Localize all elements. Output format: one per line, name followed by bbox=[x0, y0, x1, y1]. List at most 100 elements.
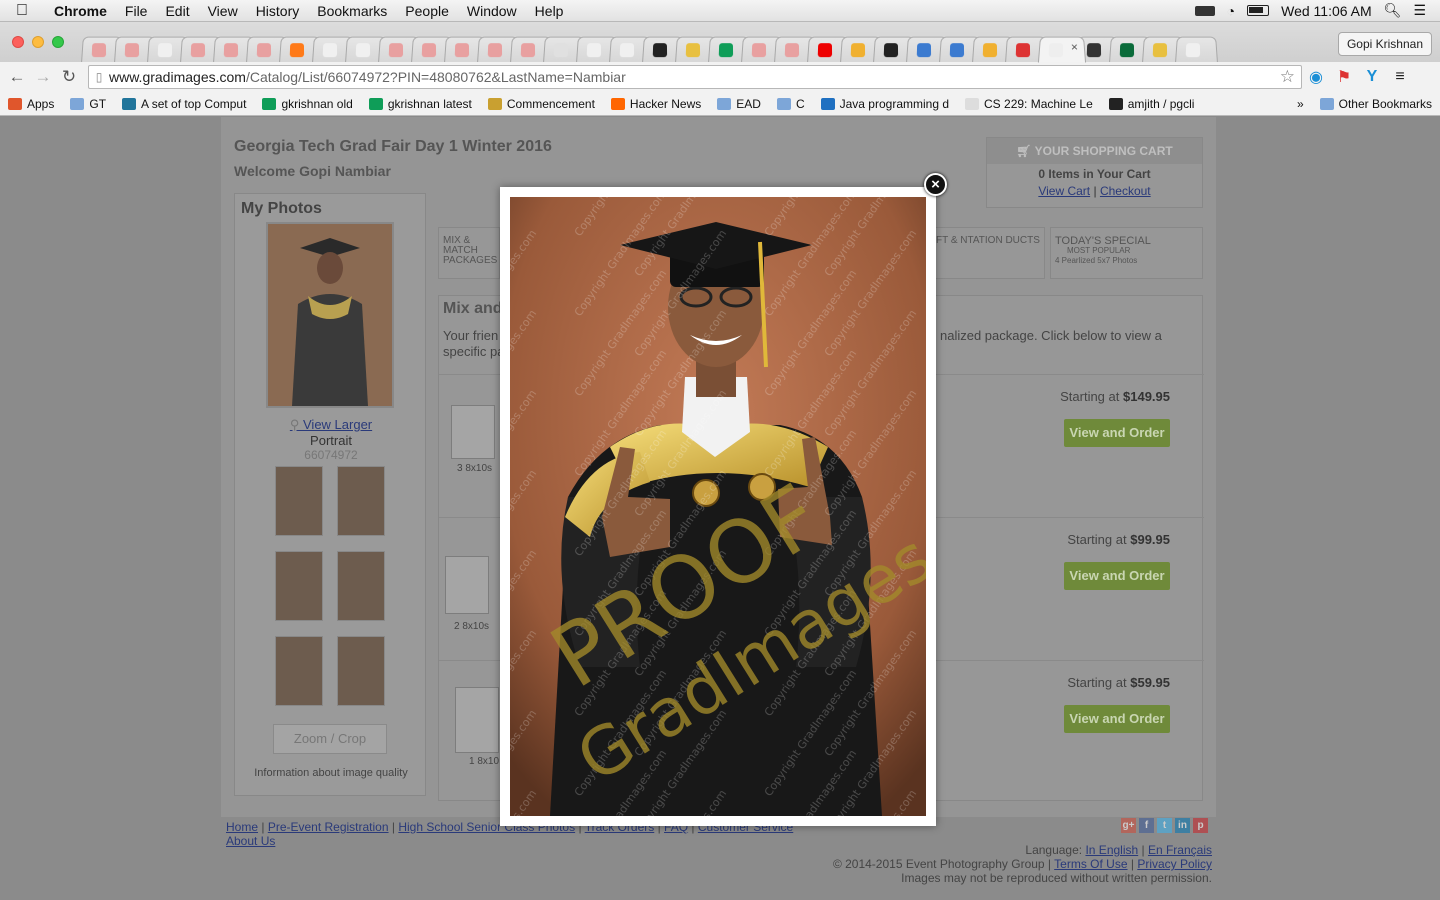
lang-french-link[interactable]: En Français bbox=[1148, 843, 1212, 857]
bookmark-star-icon[interactable]: ☆ bbox=[1280, 67, 1301, 87]
tab-mix-match-packages[interactable]: MIX & MATCH PACKAGES bbox=[438, 227, 500, 279]
tab-favicon-icon bbox=[1048, 43, 1064, 58]
footer-link[interactable]: Home bbox=[226, 820, 258, 834]
social-icons: g+ f t in p bbox=[1121, 818, 1208, 833]
photo-thumbnail-3[interactable] bbox=[275, 551, 323, 621]
tab-favicon-icon bbox=[289, 43, 305, 58]
view-and-order-button[interactable]: View and Order bbox=[1064, 419, 1170, 447]
address-bar[interactable]: ▯ www.gradimages.com/Catalog/List/660749… bbox=[88, 65, 1302, 89]
bookmark-label: Commencement bbox=[506, 96, 595, 111]
notification-center-icon[interactable]: ☰ bbox=[1413, 2, 1426, 19]
bookmarks-overflow-chevron[interactable]: » bbox=[1289, 97, 1312, 111]
profile-button[interactable]: Gopi Krishnan bbox=[1337, 32, 1432, 56]
extension-badge-icon[interactable]: ⚑ bbox=[1330, 67, 1358, 87]
tab-favicon-icon bbox=[91, 43, 107, 58]
bookmark-item[interactable]: Apps bbox=[0, 97, 62, 111]
photo-id: 66074972 bbox=[304, 448, 358, 462]
package-price: Starting at $149.95 bbox=[1060, 389, 1170, 404]
photo-thumbnail-6[interactable] bbox=[337, 636, 385, 706]
browser-tab[interactable] bbox=[1175, 36, 1218, 63]
spotlight-search-icon[interactable]: 🔍︎ bbox=[1384, 2, 1402, 19]
bookmark-item[interactable]: EAD bbox=[709, 97, 769, 111]
apple-menu-icon[interactable]:  bbox=[0, 2, 44, 20]
tab-favicon-icon bbox=[454, 43, 470, 58]
checkout-link[interactable]: Checkout bbox=[1100, 184, 1151, 198]
terms-link[interactable]: Terms Of Use bbox=[1054, 857, 1127, 871]
url-path: /Catalog/List/66074972?PIN=48080762&Last… bbox=[245, 69, 626, 85]
pinterest-icon[interactable]: p bbox=[1193, 818, 1208, 833]
extension-circle-icon[interactable]: ◉ bbox=[1302, 67, 1330, 87]
linkedin-icon[interactable]: in bbox=[1175, 818, 1190, 833]
language-label: Language: bbox=[1025, 843, 1083, 857]
extension-y-icon[interactable]: Y bbox=[1358, 68, 1386, 86]
battery-icon[interactable] bbox=[1247, 5, 1270, 16]
privacy-link[interactable]: Privacy Policy bbox=[1137, 857, 1212, 871]
hn-icon bbox=[610, 97, 625, 110]
bookmark-item[interactable]: C bbox=[769, 97, 813, 111]
view-and-order-button[interactable]: View and Order bbox=[1064, 562, 1170, 590]
menubar-clock[interactable]: Wed 11:06 AM bbox=[1281, 3, 1372, 19]
close-window-button[interactable] bbox=[12, 36, 24, 48]
menu-view[interactable]: View bbox=[199, 3, 247, 19]
chrome-menu-icon[interactable]: ≡ bbox=[1386, 68, 1414, 86]
bookmark-label: CS 229: Machine Le bbox=[984, 96, 1093, 111]
bookmark-item[interactable]: Commencement bbox=[480, 97, 603, 111]
wifi-icon[interactable]: ◔ bbox=[1227, 3, 1235, 19]
menu-help[interactable]: Help bbox=[526, 3, 573, 19]
about-us-link[interactable]: About Us bbox=[226, 834, 275, 848]
bookmark-item[interactable]: A set of top Comput bbox=[114, 97, 254, 111]
welcome-text: Welcome Gopi Nambiar bbox=[234, 163, 391, 179]
bookmark-item[interactable]: gkrishnan old bbox=[254, 97, 360, 111]
tab-favicon-icon bbox=[652, 43, 668, 58]
menu-bookmarks[interactable]: Bookmarks bbox=[308, 3, 396, 19]
menu-app-chrome[interactable]: Chrome bbox=[44, 3, 116, 19]
image-quality-info-link[interactable]: Information about image quality bbox=[235, 767, 427, 779]
minimize-window-button[interactable] bbox=[32, 36, 44, 48]
keyboard-icon[interactable] bbox=[1194, 5, 1215, 16]
tab-active[interactable]: × bbox=[1037, 36, 1087, 63]
google-plus-icon[interactable]: g+ bbox=[1121, 818, 1136, 833]
photo-thumbnail-5[interactable] bbox=[275, 636, 323, 706]
folder-icon bbox=[776, 97, 791, 110]
photo-type-label: Portrait bbox=[310, 433, 352, 448]
tab-favicon-icon bbox=[850, 43, 866, 58]
lang-english-link[interactable]: In English bbox=[1085, 843, 1138, 857]
menu-people[interactable]: People bbox=[396, 3, 458, 19]
cart-links: View Cart | Checkout bbox=[1038, 184, 1151, 198]
menu-history[interactable]: History bbox=[247, 3, 309, 19]
buzz-icon bbox=[487, 97, 502, 110]
view-larger-link[interactable]: ⚲ View Larger bbox=[235, 417, 427, 433]
view-and-order-button[interactable]: View and Order bbox=[1064, 705, 1170, 733]
other-bookmarks-folder[interactable]: Other Bookmarks bbox=[1312, 97, 1440, 111]
facebook-icon[interactable]: f bbox=[1139, 818, 1154, 833]
menu-window[interactable]: Window bbox=[458, 3, 526, 19]
menu-file[interactable]: File bbox=[116, 3, 157, 19]
tab-gift-presentation-products[interactable]: FT & NTATION DUCTS bbox=[931, 227, 1045, 279]
tab-list: × bbox=[81, 32, 1218, 63]
bookmark-item[interactable]: amjith / pgcli bbox=[1101, 97, 1203, 111]
zoom-crop-button[interactable]: Zoom / Crop bbox=[273, 724, 387, 754]
photo-thumbnail-2[interactable] bbox=[337, 466, 385, 536]
back-arrow-icon[interactable]: ← bbox=[4, 67, 30, 87]
twitter-icon[interactable]: t bbox=[1157, 818, 1172, 833]
package-caption: 1 8x10 bbox=[469, 756, 500, 767]
forward-arrow-icon[interactable]: → bbox=[30, 67, 56, 87]
photo-thumbnail-4[interactable] bbox=[337, 551, 385, 621]
reload-icon[interactable]: ↻ bbox=[56, 67, 82, 87]
view-cart-link[interactable]: View Cart bbox=[1038, 184, 1090, 198]
photo-thumbnail-1[interactable] bbox=[275, 466, 323, 536]
graduation-portrait-image: Copyright GradImages.com Copyright GradIm… bbox=[510, 197, 926, 816]
bookmark-item[interactable]: CS 229: Machine Le bbox=[957, 97, 1101, 111]
footer-link[interactable]: Pre-Event Registration bbox=[268, 820, 389, 834]
close-lightbox-button[interactable]: × bbox=[924, 173, 947, 196]
main-photo-thumbnail[interactable] bbox=[266, 222, 394, 408]
bookmark-item[interactable]: Hacker News bbox=[603, 97, 709, 111]
bookmark-item[interactable]: Java programming d bbox=[813, 97, 957, 111]
close-tab-icon[interactable]: × bbox=[1071, 40, 1079, 54]
menu-edit[interactable]: Edit bbox=[156, 3, 198, 19]
bookmark-item[interactable]: GT bbox=[62, 97, 114, 111]
tab-todays-special[interactable]: TODAY'S SPECIAL MOST POPULAR 4 Pearlized… bbox=[1050, 227, 1203, 279]
page-info-icon[interactable]: ▯ bbox=[89, 70, 109, 84]
maximize-window-button[interactable] bbox=[52, 36, 64, 48]
bookmark-item[interactable]: gkrishnan latest bbox=[361, 97, 480, 111]
